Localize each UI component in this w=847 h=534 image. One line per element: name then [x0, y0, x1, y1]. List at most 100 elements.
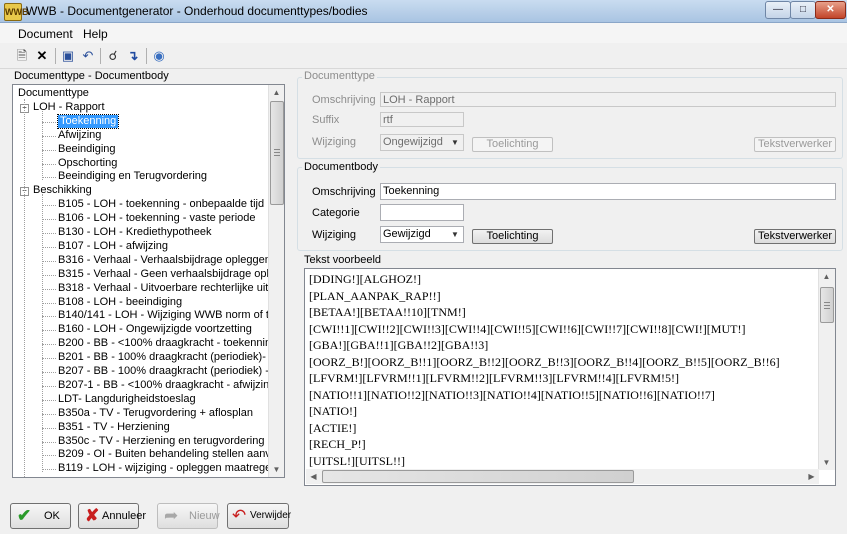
tree-group-label[interactable]: LOH - Rapport [33, 101, 105, 114]
preview-line: [PLAN_AANPAK_RAP!!] [309, 288, 441, 303]
tree-connector [42, 110, 43, 181]
tree-item[interactable]: Afwijzing [58, 129, 101, 142]
documenttype-omschrijving-field[interactable]: LOH - Rapport [380, 92, 836, 107]
scroll-up-icon[interactable]: ▲ [269, 85, 284, 100]
tree-item[interactable]: B160 - LOH - Ongewijzigde voortzetting [58, 323, 252, 336]
tree-item[interactable]: Opschorting [58, 157, 117, 170]
preview-line: [BETAA!][BETAA!!10][TNM!] [309, 305, 466, 319]
documenttype-wijziging-select[interactable]: Ongewijzigd ▼ [380, 134, 464, 151]
preview-line: [GBA!][GBA!!1][GBA!!2][GBA!!3] [309, 338, 489, 352]
tree-item[interactable]: B105 - LOH - toekenning - onbepaalde tij… [58, 198, 264, 211]
preview-title: Tekst voorbeeld [304, 254, 382, 266]
tree-connector [42, 399, 56, 401]
menu-document[interactable]: Document [18, 27, 73, 41]
documentbody-categorie-label: Categorie [312, 207, 360, 219]
preview-horizontal-scrollbar[interactable]: ◀ ▶ [306, 469, 819, 484]
scroll-right-icon[interactable]: ▶ [804, 469, 819, 484]
tree-connector [42, 194, 43, 473]
preview-scroll-thumb[interactable] [820, 287, 834, 323]
preview-vertical-scrollbar[interactable]: ▲ ▼ [818, 269, 835, 470]
goto-icon[interactable]: ↴ [124, 47, 142, 65]
tree-item[interactable]: B106 - LOH - toekenning - vaste periode [58, 212, 256, 225]
tree-connector [42, 177, 56, 179]
tree-item[interactable]: Beeindiging [58, 143, 116, 156]
undo-icon[interactable]: ↶ [79, 47, 97, 65]
tree-item[interactable]: B201 - BB - 100% draagkracht (periodiek)… [58, 351, 269, 364]
tree-connector [42, 469, 56, 471]
preview-hscroll-thumb[interactable] [322, 470, 634, 483]
tree-item[interactable]: B350c - TV - Herziening en terugvorderin… [58, 435, 269, 448]
tree-item[interactable]: B209 - OI - Buiten behandeling stellen a… [58, 448, 269, 461]
documenttype-toelichting-button[interactable]: Toelichting [472, 137, 553, 152]
new-document-icon[interactable]: 🗎 [13, 47, 31, 65]
documentbody-categorie-field[interactable] [380, 204, 464, 221]
preview-line: [DDING!][ALGHOZ!] [309, 272, 421, 286]
documentbody-wijziging-select[interactable]: Gewijzigd ▼ [380, 226, 464, 243]
tree-connector [42, 246, 56, 248]
tree-item[interactable]: B140/141 - LOH - Wijziging WWB norm of t… [58, 309, 269, 322]
toolbar-separator [146, 48, 147, 64]
documentbody-wijziging-value: Gewijzigd [383, 228, 431, 240]
tree-item[interactable]: B130 - LOH - Krediethypotheek [58, 226, 211, 239]
tree-item[interactable]: B316 - Verhaal - Verhaalsbijdrage oplegg… [58, 254, 269, 267]
close-button[interactable]: ✕ [815, 1, 846, 19]
tree-item[interactable]: B315 - Verhaal - Geen verhaalsbijdrage o… [58, 268, 269, 281]
preview-line: [OORZ_B!][OORZ_B!!1][OORZ_B!!2][OORZ_B!!… [309, 354, 780, 369]
cross-icon: ✘ [85, 506, 100, 525]
scroll-down-icon[interactable]: ▼ [819, 455, 834, 470]
tree-scroll-thumb[interactable] [270, 101, 284, 205]
tree-item[interactable]: B207-1 - BB - <100% draagkracht - afwijz… [58, 379, 269, 392]
ok-button[interactable]: ✔ OK [10, 503, 71, 529]
tree-connector [42, 358, 56, 360]
documentbody-omschrijving-field[interactable]: Toekenning [380, 183, 836, 200]
minimize-button[interactable]: — [765, 1, 791, 19]
tree-connector [42, 205, 56, 207]
scroll-down-icon[interactable]: ▼ [269, 462, 284, 477]
window-title: WWB - Documentgenerator - Onderhoud docu… [26, 4, 368, 18]
preview-line: [RECH_P!] [309, 437, 366, 451]
documentbody-toelichting-button[interactable]: Toelichting [472, 229, 553, 244]
ok-label: OK [44, 510, 60, 522]
documentbody-tekstverwerker-button[interactable]: Tekstverwerker [754, 229, 836, 244]
tree-vertical-scrollbar[interactable]: ▲ ▼ [268, 85, 284, 477]
search-icon[interactable]: ☌ [104, 47, 122, 65]
tree-root[interactable]: Documenttype [18, 87, 89, 100]
tree-item-selected[interactable]: Toekenning [56, 113, 120, 129]
documenttype-tekstverwerker-button[interactable]: Tekstverwerker [754, 137, 836, 152]
tree-item[interactable]: B207 - BB - 100% draagkracht (periodiek)… [58, 365, 269, 378]
tree-item[interactable]: B200 - BB - <100% draagkracht - toekenni… [58, 337, 269, 350]
nieuw-button[interactable]: ➦ Nieuw [157, 503, 220, 529]
tree-connector [42, 219, 56, 221]
verwijder-label: Verwijder [250, 510, 292, 521]
tree-item[interactable]: B107 - LOH - afwijzing [58, 240, 168, 253]
save-icon[interactable]: ▣ [59, 47, 77, 65]
scroll-up-icon[interactable]: ▲ [819, 269, 834, 284]
document-tree[interactable]: Documenttype − LOH - Rapport Toekenning Afw… [12, 84, 285, 478]
tree-item[interactable]: B108 - LOH - beeindiging [58, 296, 182, 309]
tree-connector [42, 260, 56, 262]
tree-connector [42, 344, 56, 346]
nieuw-label: Nieuw [189, 510, 220, 522]
preview-text-area[interactable]: [DDING!][ALGHOZ!] [PLAN_AANPAK_RAP!!] [BET… [304, 268, 836, 486]
scroll-left-icon[interactable]: ◀ [306, 469, 321, 484]
preview-line: [CWI!!1][CWI!!2][CWI!!3][CWI!!4][CWI!!5]… [309, 321, 746, 336]
tree-item[interactable]: B351 - TV - Herziening [58, 421, 170, 434]
documenttype-suffix-label: Suffix [312, 114, 340, 126]
tree-item[interactable]: LDT- Langdurigheidstoeslag [58, 393, 196, 406]
documenttype-suffix-field[interactable]: rtf [380, 112, 464, 127]
globe-icon[interactable]: ◉ [150, 47, 168, 65]
check-icon: ✔ [17, 506, 32, 525]
preview-line: [NATIO!] [309, 404, 357, 418]
tree-connector [42, 302, 56, 304]
menu-help[interactable]: Help [83, 27, 108, 41]
delete-icon[interactable]: ✕ [33, 47, 51, 65]
annuleer-button[interactable]: ✘ Annuleer [78, 503, 146, 529]
tree-item[interactable]: B119 - LOH - wijziging - opleggen maatre… [58, 462, 269, 475]
documenttype-omschrijving-label: Omschrijving [312, 94, 376, 106]
tree-item[interactable]: B318 - Verhaal - Uitvoerbare rechterlijk… [58, 282, 269, 295]
maximize-button[interactable]: □ [790, 1, 816, 19]
tree-item[interactable]: Beeindiging en Terugvordering [58, 170, 207, 183]
verwijder-button[interactable]: ↶ Verwijder [227, 503, 292, 529]
tree-item[interactable]: B350a - TV - Terugvordering + aflosplan [58, 407, 253, 420]
documenttype-wijziging-value: Ongewijzigd [383, 136, 443, 148]
